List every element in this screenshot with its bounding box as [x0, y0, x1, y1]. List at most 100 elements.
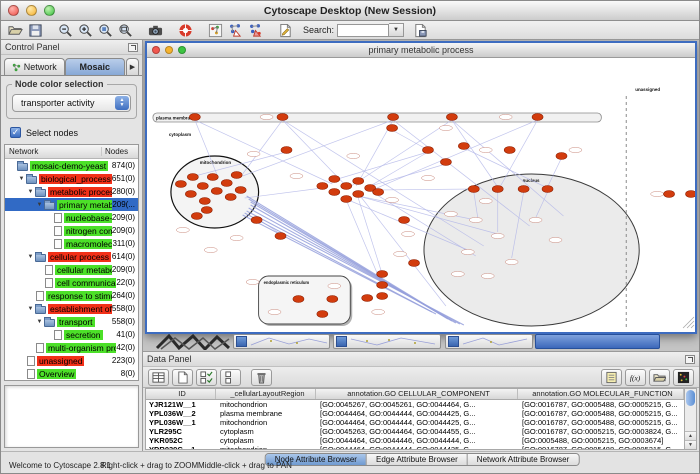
gene-node[interactable]	[197, 183, 208, 190]
gene-node[interactable]	[362, 295, 373, 302]
gene-node[interactable]	[446, 114, 457, 121]
tree-row-establishment-of-lo[interactable]: ▼establishment of lo558(0)	[5, 302, 138, 315]
zoom-window-button[interactable]	[44, 5, 55, 16]
gene-node[interactable]	[373, 189, 384, 196]
tree-column-nodes[interactable]: Nodes	[102, 147, 138, 156]
minimized-window-3[interactable]	[445, 334, 533, 349]
gene-node[interactable]	[185, 191, 196, 198]
tree-expander-icon[interactable]: ▼	[26, 189, 35, 195]
gene-node[interactable]	[329, 189, 340, 196]
tree-expander-icon[interactable]: ▼	[26, 306, 35, 312]
birdseye-overview-box[interactable]	[4, 385, 139, 448]
gene-node[interactable]	[556, 153, 567, 160]
table-scrollbar[interactable]: ▲ ▼	[684, 389, 696, 449]
tree-row-nitrogen-compo[interactable]: nitrogen compo209(0)	[5, 224, 138, 237]
network-canvas[interactable]: plasma membranecytoplasmnucleusmitochond…	[147, 58, 695, 332]
create-attribute-button[interactable]	[172, 369, 193, 386]
open-session-button[interactable]	[5, 22, 25, 39]
column-header[interactable]: ID	[146, 389, 216, 399]
gene-node[interactable]	[293, 296, 304, 303]
table-row[interactable]: YJR121W__1mitochondrion[GO:0045267, GO:0…	[146, 400, 684, 409]
tree-row-overview[interactable]: Overview8(0)	[5, 367, 138, 380]
select-attributes-button[interactable]	[148, 369, 169, 386]
tree-row-transport[interactable]: ▼transport558(0)	[5, 315, 138, 328]
gene-node[interactable]	[235, 187, 246, 194]
attribute-matrix-button[interactable]	[673, 369, 694, 386]
tree-expander-icon[interactable]: ▼	[17, 176, 26, 182]
gene-node[interactable]	[377, 293, 388, 300]
first-neighbors-button[interactable]	[225, 22, 245, 39]
gene-node[interactable]	[189, 114, 200, 121]
tab-overflow-button[interactable]: ▶	[126, 58, 139, 75]
gene-node[interactable]	[542, 186, 553, 193]
node-color-dropdown[interactable]: transporter activity ▲▼	[12, 94, 131, 112]
gene-node[interactable]	[187, 174, 198, 181]
annotation-button[interactable]	[275, 22, 295, 39]
gene-node[interactable]	[201, 207, 212, 214]
gene-node[interactable]	[199, 198, 210, 205]
gene-node[interactable]	[225, 194, 236, 201]
gene-node[interactable]	[191, 213, 202, 220]
gene-node[interactable]	[686, 191, 695, 198]
tree-column-network[interactable]: Network	[5, 147, 102, 156]
attribute-table-grid[interactable]: ID_cellularLayoutRegionannotation.GO CEL…	[146, 389, 684, 449]
search-dropdown-button[interactable]: ▼	[389, 23, 404, 37]
table-row[interactable]: YPL036W__1mitochondrion[GO:0044464, GO:0…	[146, 418, 684, 427]
tab-network-attribute-browser[interactable]: Network Attribute Browser	[468, 454, 578, 465]
minimized-window-4[interactable]	[535, 334, 660, 349]
tree-row-biological-process[interactable]: ▼biological_process651(0)	[5, 172, 138, 185]
gene-node[interactable]	[353, 178, 364, 185]
gene-node[interactable]	[458, 143, 469, 150]
gene-node[interactable]	[231, 172, 242, 179]
gene-node[interactable]	[341, 196, 352, 203]
minimized-window-1[interactable]	[233, 334, 330, 349]
tab-edge-attribute-browser[interactable]: Edge Attribute Browser	[367, 454, 468, 465]
float-panel-icon[interactable]	[128, 43, 138, 52]
table-row[interactable]: YPL036W__2plasma membrane[GO:0044464, GO…	[146, 409, 684, 418]
gene-node[interactable]	[281, 147, 292, 154]
select-nodes-checkbox[interactable]: ✓	[10, 127, 21, 138]
gene-node[interactable]	[422, 147, 433, 154]
gene-node[interactable]	[518, 186, 529, 193]
gene-node[interactable]	[399, 217, 410, 224]
tree-expander-icon[interactable]: ▼	[26, 254, 35, 260]
save-table-button[interactable]	[410, 22, 430, 39]
gene-node[interactable]	[532, 114, 543, 121]
gene-node[interactable]	[409, 260, 420, 267]
table-row[interactable]: YLR295Ccytoplasm[GO:0045263, GO:0044464,…	[146, 427, 684, 436]
gene-node[interactable]	[317, 183, 328, 190]
overview-window-fragment[interactable]	[155, 334, 233, 350]
float-panel-icon[interactable]	[685, 355, 695, 364]
zoom-fit-button[interactable]	[115, 22, 135, 39]
save-session-button[interactable]	[25, 22, 45, 39]
tree-row-cell-communicat[interactable]: cell communicat22(0)	[5, 276, 138, 289]
tree-row-mosaic-demo-yeast[interactable]: mosaic-demo-yeast874(0)	[5, 159, 138, 172]
view-close-button[interactable]	[152, 46, 160, 54]
gene-node[interactable]	[251, 217, 262, 224]
column-header[interactable]: annotation.GO MOLECULAR_FUNCTION	[518, 389, 684, 399]
column-header[interactable]: _cellularLayoutRegion	[216, 389, 316, 399]
gene-node[interactable]	[221, 180, 232, 187]
gene-node[interactable]	[341, 183, 352, 190]
table-row[interactable]: YKR052Ccytoplasm[GO:0044464, GO:0044446,…	[146, 436, 684, 445]
snapshot-button[interactable]	[145, 22, 165, 39]
birdseye-button[interactable]	[205, 22, 225, 39]
tree-row-response-to-stimul[interactable]: response to stimul264(0)	[5, 289, 138, 302]
tree-row-metabolic-process[interactable]: ▼metabolic process280(0)	[5, 185, 138, 198]
unselect-all-attributes-button[interactable]	[220, 369, 241, 386]
network-graph[interactable]: plasma membranecytoplasmnucleusmitochond…	[147, 58, 695, 332]
tab-mosaic[interactable]: Mosaic	[65, 58, 126, 75]
gene-node[interactable]	[664, 191, 675, 198]
gene-node[interactable]	[440, 159, 451, 166]
gene-node[interactable]	[317, 311, 328, 318]
scroll-down-button[interactable]: ▼	[685, 440, 696, 449]
tree-row-nucleobase-[interactable]: nucleobase-209(0)	[5, 211, 138, 224]
gene-node[interactable]	[468, 186, 479, 193]
tab-network[interactable]: Network	[4, 58, 65, 75]
gene-node[interactable]	[353, 191, 364, 198]
close-button[interactable]	[8, 5, 19, 16]
attribute-list-button[interactable]	[601, 369, 622, 386]
tree-expander-icon[interactable]: ▼	[35, 319, 44, 325]
tree-expander-icon[interactable]: ▼	[35, 202, 44, 208]
zoom-out-button[interactable]	[55, 22, 75, 39]
